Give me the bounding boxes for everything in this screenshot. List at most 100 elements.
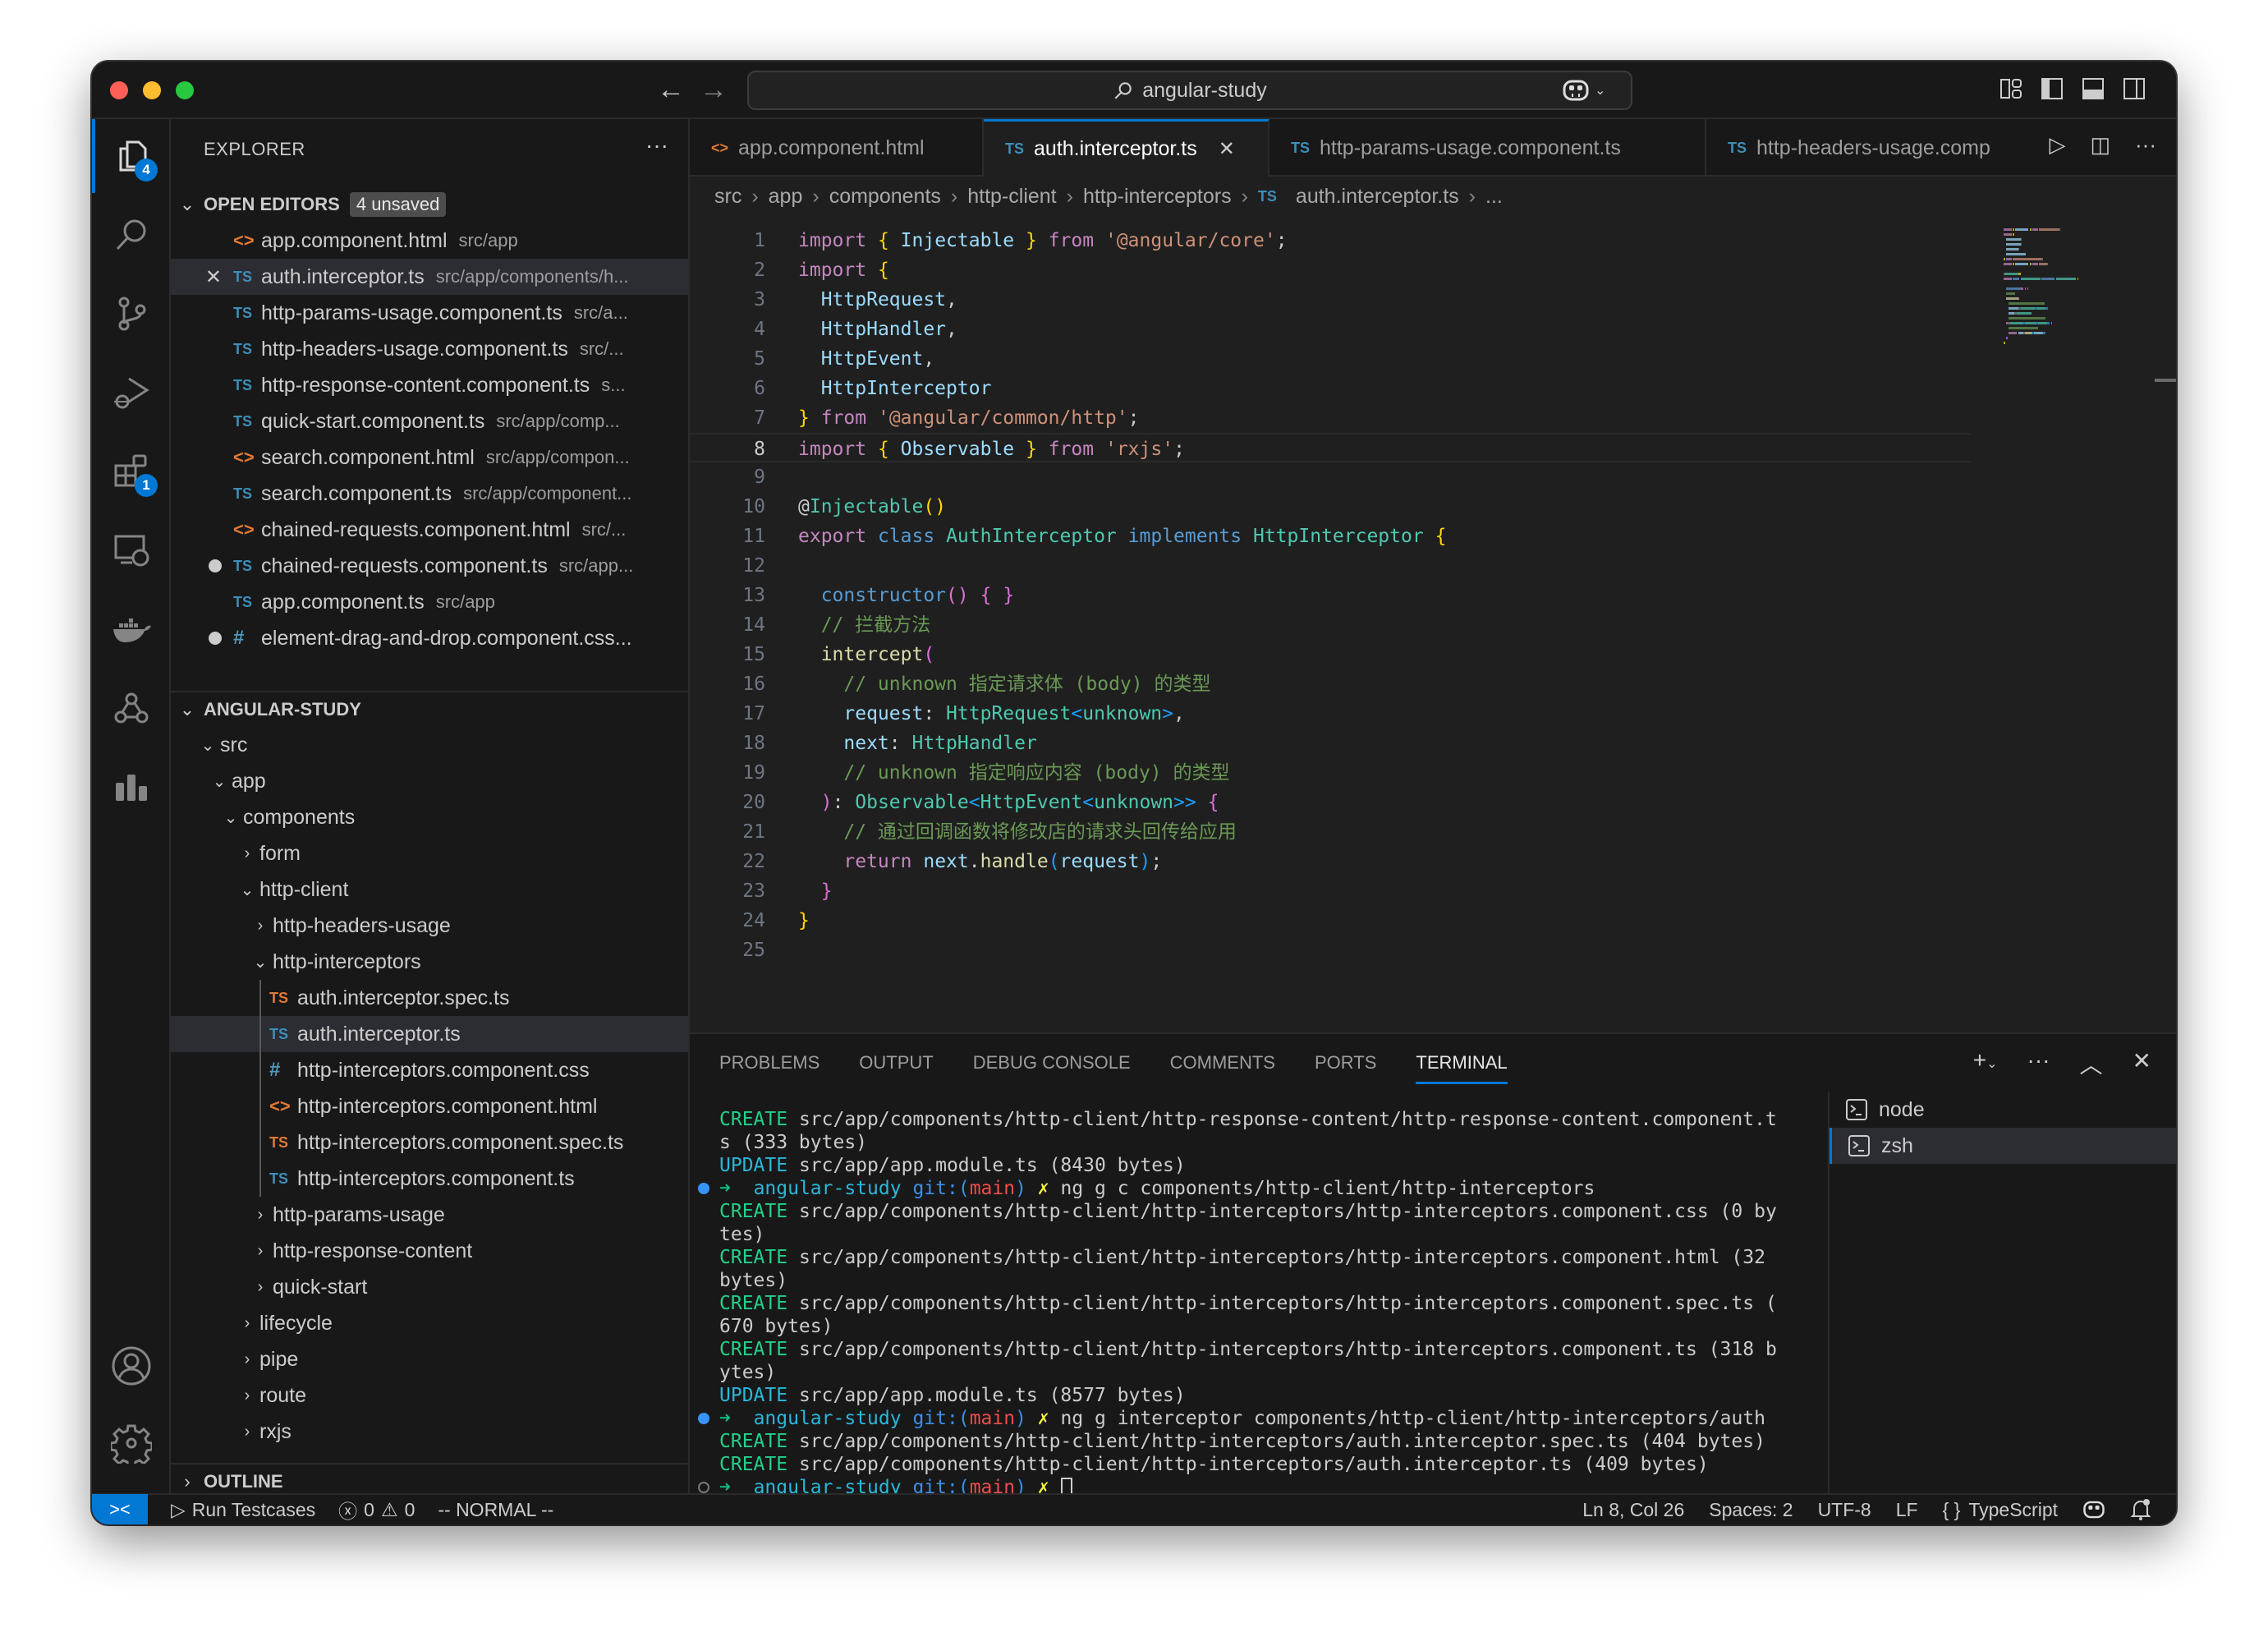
activity-source-control[interactable] <box>92 277 171 351</box>
code-line[interactable]: 16 // unknown 指定请求体 (body) 的类型 <box>690 669 1971 699</box>
arrow-right-icon[interactable]: → <box>700 73 728 106</box>
code-line[interactable]: 19 // unknown 指定响应内容 (body) 的类型 <box>690 758 1971 788</box>
indentation[interactable]: Spaces: 2 <box>1709 1499 1793 1521</box>
tree-file[interactable]: # http-interceptors.component.css <box>171 1052 688 1088</box>
code-line[interactable]: 6 HttpInterceptor <box>690 374 1971 403</box>
tab-app-component-html[interactable]: <> app.component.html <box>690 119 984 177</box>
tree-folder[interactable]: ⌄ components <box>171 799 688 835</box>
tree-folder[interactable]: › quick-start <box>171 1269 688 1305</box>
tree-folder[interactable]: ⌄ src <box>171 727 688 763</box>
open-editor-item[interactable]: ✕ TS auth.interceptor.ts src/app/components… <box>171 259 688 295</box>
code-line[interactable]: 24} <box>690 906 1971 936</box>
end-of-line[interactable]: LF <box>1896 1499 1918 1521</box>
maximize-panel-icon[interactable]: ︿ <box>2080 1047 2103 1080</box>
code-line[interactable]: 20 ): Observable<HttpEvent<unknown>> { <box>690 788 1971 817</box>
code-line[interactable]: 11 export class AuthInterceptor implement… <box>690 522 1971 551</box>
more-actions-icon[interactable]: ··· <box>2027 1047 2050 1080</box>
tree-file[interactable]: TS http-interceptors.component.ts <box>171 1161 688 1197</box>
activity-gitlens[interactable] <box>92 671 171 745</box>
cursor-position[interactable]: Ln 8, Col 26 <box>1582 1499 1684 1521</box>
command-center-search[interactable]: angular-study <box>747 71 1632 110</box>
open-editors-header[interactable]: ⌄ OPEN EDITORS 4 unsaved <box>171 186 688 223</box>
code-line[interactable]: 21 // 通过回调函数将修改店的请求头回传给应用 <box>690 817 1971 847</box>
tree-folder[interactable]: › http-params-usage <box>171 1197 688 1233</box>
remote-indicator-icon[interactable]: >< <box>92 1494 148 1524</box>
code-line[interactable]: 22 return next.handle(request); <box>690 847 1971 876</box>
open-editor-item[interactable]: TS quick-start.component.ts src/app/comp..… <box>171 403 688 439</box>
code-line[interactable]: 25 <box>690 936 1971 965</box>
toggle-primary-sidebar-icon[interactable] <box>2040 76 2064 104</box>
activity-remote-explorer[interactable] <box>92 513 171 587</box>
tree-folder[interactable]: › http-headers-usage <box>171 908 688 944</box>
close-window-button[interactable] <box>110 81 128 99</box>
tree-folder[interactable]: › rxjs <box>171 1414 688 1450</box>
panel-tab-comments[interactable]: COMMENTS <box>1170 1052 1275 1084</box>
activity-manage[interactable] <box>92 1406 171 1480</box>
code-line[interactable]: 7} from '@angular/common/http'; <box>690 403 1971 433</box>
toggle-panel-icon[interactable] <box>2081 76 2105 104</box>
chevron-down-icon[interactable]: ⌄ <box>1986 1057 1997 1071</box>
tree-file[interactable]: <> http-interceptors.component.html <box>171 1088 688 1124</box>
language-mode[interactable]: { } TypeScript <box>1943 1499 2058 1521</box>
code-line[interactable]: 13 constructor() { } <box>690 581 1971 610</box>
command-decoration-icon[interactable] <box>698 1183 709 1194</box>
arrow-left-icon[interactable]: ← <box>657 73 685 106</box>
code-line[interactable]: 4 HttpHandler, <box>690 315 1971 344</box>
tree-folder[interactable]: ⌄ http-interceptors <box>171 944 688 980</box>
open-editor-item[interactable]: <> app.component.html src/app <box>171 223 688 259</box>
scrollbar-marker[interactable] <box>2155 379 2176 382</box>
open-editor-item[interactable]: TS chained-requests.component.ts src/app..… <box>171 548 688 584</box>
command-decoration-icon[interactable] <box>698 1413 709 1424</box>
breadcrumb-item[interactable]: components <box>829 185 941 209</box>
tree-folder[interactable]: ⌄ http-client <box>171 871 688 908</box>
tree-folder[interactable]: ⌄ app <box>171 763 688 799</box>
code-line[interactable]: 14 // 拦截方法 <box>690 610 1971 640</box>
encoding[interactable]: UTF-8 <box>1818 1499 1871 1521</box>
open-editor-item[interactable]: TS http-response-content.component.ts s... <box>171 367 688 403</box>
activity-docker[interactable] <box>92 592 171 666</box>
breadcrumb-item[interactable]: app <box>769 185 803 209</box>
run-testcases-button[interactable]: ▷ Run Testcases <box>171 1499 315 1521</box>
breadcrumb-item[interactable]: http-interceptors <box>1083 185 1232 209</box>
copilot-menu-button[interactable]: ⌄ <box>1562 76 1605 104</box>
code-line[interactable]: 23 } <box>690 876 1971 906</box>
command-decoration-icon[interactable] <box>698 1482 709 1493</box>
code-line[interactable]: 18 next: HttpHandler <box>690 729 1971 758</box>
split-editor-icon[interactable]: ◫ <box>2090 132 2110 158</box>
problems-indicator[interactable]: ⓧ 0 ⚠ 0 <box>338 1496 415 1524</box>
breadcrumb-item[interactable]: src <box>714 185 741 209</box>
activity-accounts[interactable] <box>92 1329 171 1403</box>
customize-layout-icon[interactable] <box>1999 76 2023 104</box>
open-editor-item[interactable]: TS http-params-usage.component.ts src/a... <box>171 295 688 331</box>
new-terminal-icon[interactable]: +⌄ <box>1973 1047 1998 1080</box>
open-editor-item[interactable]: TS search.component.ts src/app/component..… <box>171 476 688 512</box>
open-editor-item[interactable]: TS http-headers-usage.component.ts src/... <box>171 331 688 367</box>
panel-tab-problems[interactable]: PROBLEMS <box>719 1052 820 1084</box>
code-line[interactable]: 8 import { Observable } from 'rxjs'; <box>690 433 1971 462</box>
activity-explorer[interactable]: 4 <box>92 119 171 193</box>
toggle-secondary-sidebar-icon[interactable] <box>2122 76 2146 104</box>
activity-charts[interactable] <box>92 750 171 824</box>
panel-tab-debug-console[interactable]: DEBUG CONSOLE <box>973 1052 1131 1084</box>
more-actions-icon[interactable]: ··· <box>645 132 668 159</box>
open-editor-item[interactable]: # element-drag-and-drop.component.css... <box>171 620 688 656</box>
breadcrumb-item[interactable]: http-client <box>967 185 1056 209</box>
minimize-window-button[interactable] <box>143 81 161 99</box>
tab-http-params-usage[interactable]: TS http-params-usage.component.ts <box>1269 119 1706 177</box>
tree-folder[interactable]: › form <box>171 835 688 871</box>
activity-extensions[interactable]: 1 <box>92 434 171 508</box>
run-icon[interactable]: ▷ <box>2049 132 2065 158</box>
code-line[interactable]: 17 request: HttpRequest<unknown>, <box>690 699 1971 729</box>
open-editor-item[interactable]: TS app.component.ts src/app <box>171 584 688 620</box>
minimap[interactable] <box>2004 226 2127 344</box>
project-header[interactable]: ⌄ ANGULAR-STUDY <box>171 691 688 727</box>
panel-tab-terminal[interactable]: TERMINAL <box>1416 1052 1508 1084</box>
notifications-bell-icon[interactable] <box>2130 1498 2151 1521</box>
breadcrumb-item[interactable]: ... <box>1485 185 1503 209</box>
terminal-instance-zsh[interactable]: zsh <box>1830 1128 2176 1164</box>
tree-file[interactable]: TS auth.interceptor.ts <box>171 1016 688 1052</box>
code-line[interactable]: 1 import { Injectable } from '@angular/co… <box>690 226 1971 255</box>
terminal-output[interactable]: CREATE src/app/components/http-client/ht… <box>698 1108 1828 1499</box>
tree-folder[interactable]: › route <box>171 1377 688 1414</box>
code-line[interactable]: 3 HttpRequest, <box>690 285 1971 315</box>
